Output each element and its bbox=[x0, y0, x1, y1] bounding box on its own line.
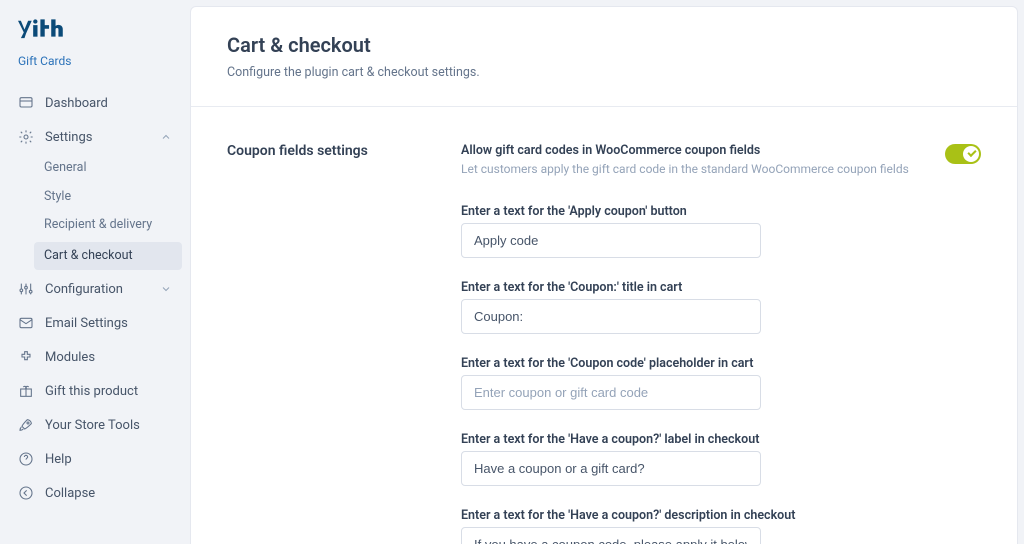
page-title: Cart & checkout bbox=[227, 33, 981, 57]
collapse-icon bbox=[18, 485, 34, 501]
sidebar-item-label: Recipient & delivery bbox=[44, 219, 152, 232]
have-coupon-desc-input[interactable] bbox=[461, 527, 761, 544]
check-icon bbox=[967, 148, 976, 157]
field-desc: Let customers apply the gift card code i… bbox=[461, 162, 925, 176]
sidebar-item-help[interactable]: Help bbox=[0, 442, 190, 476]
sidebar-item-label: Your Store Tools bbox=[45, 419, 140, 432]
logo bbox=[0, 12, 190, 54]
dashboard-icon bbox=[18, 95, 34, 111]
field-coupon-placeholder-text: Enter a text for the 'Coupon code' place… bbox=[461, 356, 981, 410]
apply-button-text-input[interactable] bbox=[461, 223, 761, 258]
brand-subtitle[interactable]: Gift Cards bbox=[0, 54, 190, 86]
sidebar-item-cart-checkout[interactable]: Cart & checkout bbox=[34, 242, 182, 271]
sidebar-item-gift[interactable]: Gift this product bbox=[0, 374, 190, 408]
field-label: Enter a text for the 'Coupon code' place… bbox=[461, 356, 981, 371]
have-coupon-label-input[interactable] bbox=[461, 451, 761, 486]
sidebar-item-collapse[interactable]: Collapse bbox=[0, 476, 190, 510]
sidebar-item-dashboard[interactable]: Dashboard bbox=[0, 86, 190, 120]
main-nav: Dashboard Settings General Style Recipie… bbox=[0, 86, 190, 532]
field-label: Enter a text for the 'Coupon:' title in … bbox=[461, 280, 981, 295]
sliders-icon bbox=[18, 281, 34, 297]
sidebar-item-label: Settings bbox=[45, 131, 92, 144]
puzzle-icon bbox=[18, 349, 34, 365]
section-body: Allow gift card codes in WooCommerce cou… bbox=[461, 143, 981, 544]
field-label: Enter a text for the 'Have a coupon?' de… bbox=[461, 508, 981, 523]
field-label: Enter a text for the 'Apply coupon' butt… bbox=[461, 204, 981, 219]
sidebar-item-label: Gift this product bbox=[45, 385, 138, 398]
gift-icon bbox=[18, 383, 34, 399]
settings-submenu: General Style Recipient & delivery Cart … bbox=[0, 154, 190, 270]
sidebar-item-modules[interactable]: Modules bbox=[0, 340, 190, 374]
sidebar-item-configuration[interactable]: Configuration bbox=[0, 272, 190, 306]
coupon-title-input[interactable] bbox=[461, 299, 761, 334]
sidebar-item-recipient[interactable]: Recipient & delivery bbox=[26, 211, 190, 240]
field-coupon-title-text: Enter a text for the 'Coupon:' title in … bbox=[461, 280, 981, 334]
field-apply-button-text: Enter a text for the 'Apply coupon' butt… bbox=[461, 204, 981, 258]
settings-section: Coupon fields settings Allow gift card c… bbox=[227, 143, 981, 544]
field-have-coupon-label: Enter a text for the 'Have a coupon?' la… bbox=[461, 432, 981, 486]
sidebar-item-tools[interactable]: Your Store Tools bbox=[0, 408, 190, 442]
yith-logo-icon bbox=[18, 16, 70, 40]
main-content: Cart & checkout Configure the plugin car… bbox=[190, 6, 1018, 544]
help-icon bbox=[18, 451, 34, 467]
sidebar-item-label: Style bbox=[44, 191, 71, 204]
sidebar-item-label: Modules bbox=[45, 351, 95, 364]
field-have-coupon-desc: Enter a text for the 'Have a coupon?' de… bbox=[461, 508, 981, 544]
sidebar-item-label: Dashboard bbox=[45, 97, 108, 110]
rocket-icon bbox=[18, 417, 34, 433]
chevron-down-icon bbox=[160, 283, 172, 295]
divider bbox=[191, 106, 1017, 107]
sidebar-item-label: Configuration bbox=[45, 283, 123, 296]
chevron-up-icon bbox=[160, 131, 172, 143]
sidebar-item-style[interactable]: Style bbox=[26, 183, 190, 212]
sidebar-item-settings[interactable]: Settings bbox=[0, 120, 190, 154]
allow-giftcard-toggle[interactable] bbox=[945, 144, 981, 164]
gear-icon bbox=[18, 129, 34, 145]
coupon-placeholder-input[interactable] bbox=[461, 375, 761, 410]
sidebar-item-label: Email Settings bbox=[45, 317, 128, 330]
mail-icon bbox=[18, 315, 34, 331]
field-allow-giftcard: Allow gift card codes in WooCommerce cou… bbox=[461, 143, 981, 176]
field-label: Enter a text for the 'Have a coupon?' la… bbox=[461, 432, 981, 447]
field-label: Allow gift card codes in WooCommerce cou… bbox=[461, 143, 925, 158]
sidebar: Gift Cards Dashboard Settings General St… bbox=[0, 0, 190, 544]
section-heading: Coupon fields settings bbox=[227, 143, 437, 544]
sidebar-item-general[interactable]: General bbox=[26, 154, 190, 183]
sidebar-item-email[interactable]: Email Settings bbox=[0, 306, 190, 340]
page-description: Configure the plugin cart & checkout set… bbox=[227, 65, 981, 80]
sidebar-item-label: Help bbox=[45, 453, 72, 466]
sidebar-item-label: General bbox=[44, 162, 87, 175]
sidebar-item-label: Collapse bbox=[45, 487, 95, 500]
sidebar-item-label: Cart & checkout bbox=[44, 250, 133, 263]
